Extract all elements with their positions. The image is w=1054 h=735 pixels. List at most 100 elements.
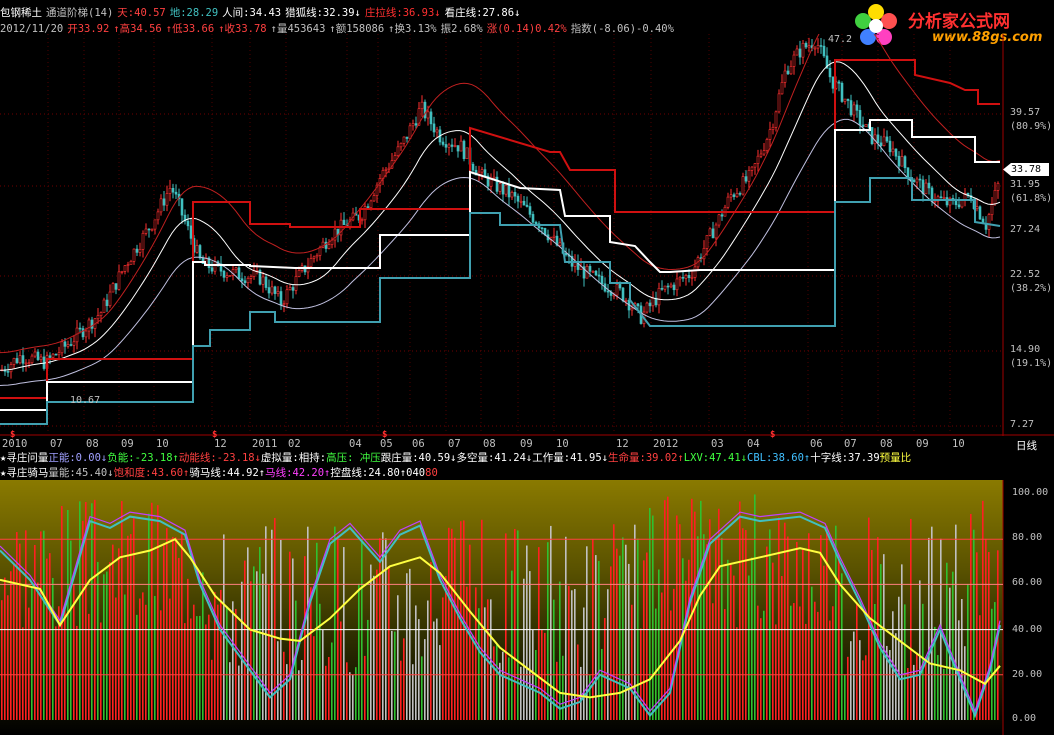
candle (3, 365, 7, 376)
histogram-bar (838, 554, 840, 720)
candle (303, 265, 307, 276)
histogram-bar (895, 633, 897, 720)
candle (666, 283, 670, 295)
candle (147, 228, 151, 238)
time-axis-label: 2012 (653, 438, 679, 450)
histogram-bar (331, 642, 333, 720)
histogram-bar (760, 618, 762, 720)
candle (81, 325, 85, 341)
indicator-chart[interactable] (0, 480, 1054, 735)
histogram-bar (418, 619, 420, 720)
histogram-bar (709, 519, 711, 720)
histogram-bar (412, 664, 414, 720)
candle (726, 192, 730, 210)
histogram-bar (502, 651, 504, 720)
candle (276, 286, 280, 297)
histogram-bar (79, 501, 81, 720)
histogram-bar (646, 552, 648, 720)
candle (279, 286, 283, 310)
time-axis-label: 12 (616, 438, 629, 450)
candle (72, 335, 76, 353)
histogram-bar (871, 549, 873, 720)
candle (840, 81, 844, 103)
candle (6, 363, 10, 377)
candle (360, 217, 364, 225)
candle (333, 220, 337, 248)
candle (849, 94, 853, 117)
candle (270, 280, 274, 296)
candle (663, 285, 667, 293)
histogram-bar (898, 596, 900, 720)
histogram-bar (538, 547, 540, 720)
candle (783, 63, 787, 88)
histogram-bar (553, 599, 555, 720)
candle (864, 124, 868, 127)
indicator1-item: 负能:-23.18↑ (107, 452, 179, 464)
histogram-bar (706, 544, 708, 720)
current-price-tag: 33.78 (1003, 163, 1049, 176)
time-axis-label: 12 (214, 438, 227, 450)
candle (264, 273, 268, 291)
candle (399, 142, 403, 151)
indicator-2-legend[interactable]: ★寻庄骑马量能:45.40↓饱和度:43.60↑骑马线:44.92↑马线:42.… (0, 466, 1054, 481)
histogram-bar (757, 605, 759, 720)
histogram-bar (856, 602, 858, 720)
candle (66, 340, 70, 349)
candle (774, 110, 778, 132)
histogram-bar (46, 558, 48, 720)
histogram-bar (112, 544, 114, 720)
header-line1-item: 看庄线:27.86↓ (444, 7, 521, 19)
histogram-bar (349, 672, 351, 720)
histogram-bar (916, 652, 918, 720)
histogram-bar (604, 618, 606, 720)
candle (168, 179, 172, 202)
candle (87, 317, 91, 340)
indicator1-item: 十字线:37.39 (810, 452, 880, 464)
histogram-bar (535, 649, 537, 720)
histogram-bar (433, 621, 435, 720)
candle (273, 285, 277, 300)
histogram-bar (157, 505, 159, 720)
histogram-bar (595, 555, 597, 720)
candle (504, 184, 508, 197)
time-axis-label: 04 (747, 438, 760, 450)
histogram-bar (187, 578, 189, 720)
candle (912, 178, 916, 183)
histogram-bar (679, 524, 681, 720)
histogram-bar (337, 535, 339, 720)
candle (786, 65, 790, 76)
candle (480, 166, 484, 180)
candle (696, 255, 700, 271)
histogram-bar (724, 609, 726, 720)
histogram-bar (493, 646, 495, 720)
histogram-bar (523, 578, 525, 720)
histogram-bar (124, 594, 126, 720)
histogram-bar (64, 605, 66, 720)
candle (18, 351, 22, 365)
candle (819, 38, 823, 54)
histogram-bar (55, 626, 57, 720)
indicator1-item: 跟庄量:40.59↓ (380, 452, 457, 464)
candle (741, 172, 745, 196)
price-axis-label: 14.90 (1010, 344, 1041, 355)
histogram-bar (472, 635, 474, 720)
price-chart[interactable] (0, 34, 1054, 436)
histogram-bar (847, 656, 849, 720)
histogram-bar (952, 571, 954, 720)
indicator2-item: 80 (425, 467, 438, 479)
candle (939, 190, 943, 199)
candle (522, 196, 526, 206)
histogram-bar (649, 507, 651, 720)
time-axis-label: 07 (448, 438, 461, 450)
histogram-bar (670, 610, 672, 720)
histogram-bar (178, 557, 180, 720)
histogram-bar (481, 519, 483, 720)
candle (789, 60, 793, 75)
histogram-bar (223, 534, 225, 720)
histogram-bar (310, 587, 312, 720)
histogram-bar (196, 616, 198, 720)
indicator-1-legend[interactable]: ★寻庄问量正能:0.00↓负能:-23.18↑动能线:-23.18↓虚拟量:相持… (0, 451, 1054, 466)
indicator1-item: 正能:0.00↓ (48, 452, 108, 464)
candle (495, 171, 499, 194)
histogram-bar (529, 571, 531, 720)
